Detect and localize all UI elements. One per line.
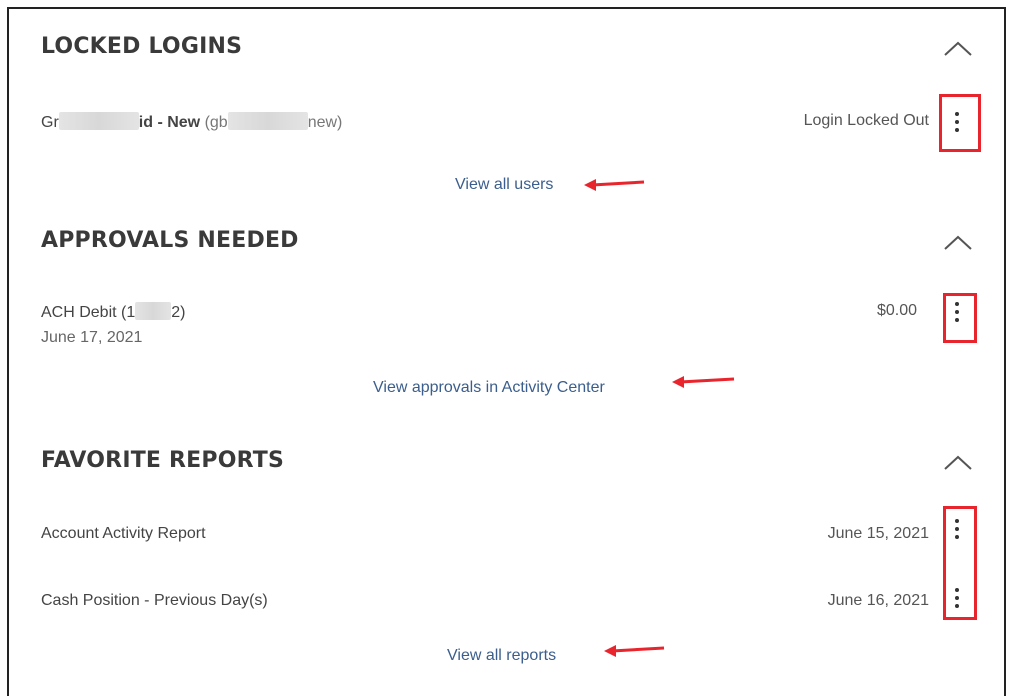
locked-logins-collapse-button[interactable] bbox=[941, 38, 975, 60]
approval-date: June 17, 2021 bbox=[41, 329, 143, 346]
report-item-date: June 16, 2021 bbox=[827, 592, 929, 609]
approvals-needed-title: APPROVALS NEEDED bbox=[41, 228, 299, 253]
view-all-reports-link[interactable]: View all reports bbox=[447, 647, 556, 665]
locked-user-name-start: Gr bbox=[41, 114, 59, 131]
red-arrow-icon bbox=[672, 376, 735, 388]
approvals-collapse-button[interactable] bbox=[941, 232, 975, 254]
redacted-name bbox=[58, 112, 139, 130]
report-item-label[interactable]: Account Activity Report bbox=[41, 525, 206, 543]
red-arrow-icon bbox=[604, 645, 665, 657]
chevron-up-icon bbox=[944, 41, 972, 56]
locked-logins-title: LOCKED LOGINS bbox=[41, 34, 243, 59]
view-approvals-link[interactable]: View approvals in Activity Center bbox=[373, 379, 605, 397]
chevron-up-icon bbox=[944, 455, 972, 470]
redacted-account bbox=[135, 302, 172, 320]
red-arrow-icon bbox=[584, 179, 645, 191]
locked-user-id-close: new) bbox=[307, 114, 343, 131]
reports-collapse-button[interactable] bbox=[941, 452, 975, 474]
locked-user-id-open: (gb bbox=[204, 114, 228, 131]
approval-amount: $0.00 bbox=[876, 302, 917, 319]
favorite-reports-title: FAVORITE REPORTS bbox=[41, 448, 284, 473]
locked-user-name-end: id - New bbox=[138, 114, 201, 131]
redacted-username bbox=[227, 112, 308, 130]
locked-status: Login Locked Out bbox=[803, 112, 929, 129]
report-menu-button[interactable] bbox=[952, 588, 962, 612]
report-menu-button[interactable] bbox=[952, 519, 962, 543]
report-item-date: June 15, 2021 bbox=[827, 525, 929, 542]
report-item-label[interactable]: Cash Position - Previous Day(s) bbox=[41, 592, 268, 610]
approval-menu-button[interactable] bbox=[952, 302, 962, 326]
locked-user-row: Gr id - New (gb new) bbox=[41, 112, 342, 132]
approval-label: ACH Debit (1 2) bbox=[41, 302, 185, 322]
locked-user-menu-button[interactable] bbox=[952, 112, 962, 136]
chevron-up-icon bbox=[944, 235, 972, 250]
approval-label-end: 2) bbox=[171, 304, 186, 321]
approval-label-start: ACH Debit (1 bbox=[41, 304, 136, 321]
view-all-users-link[interactable]: View all users bbox=[455, 176, 553, 194]
